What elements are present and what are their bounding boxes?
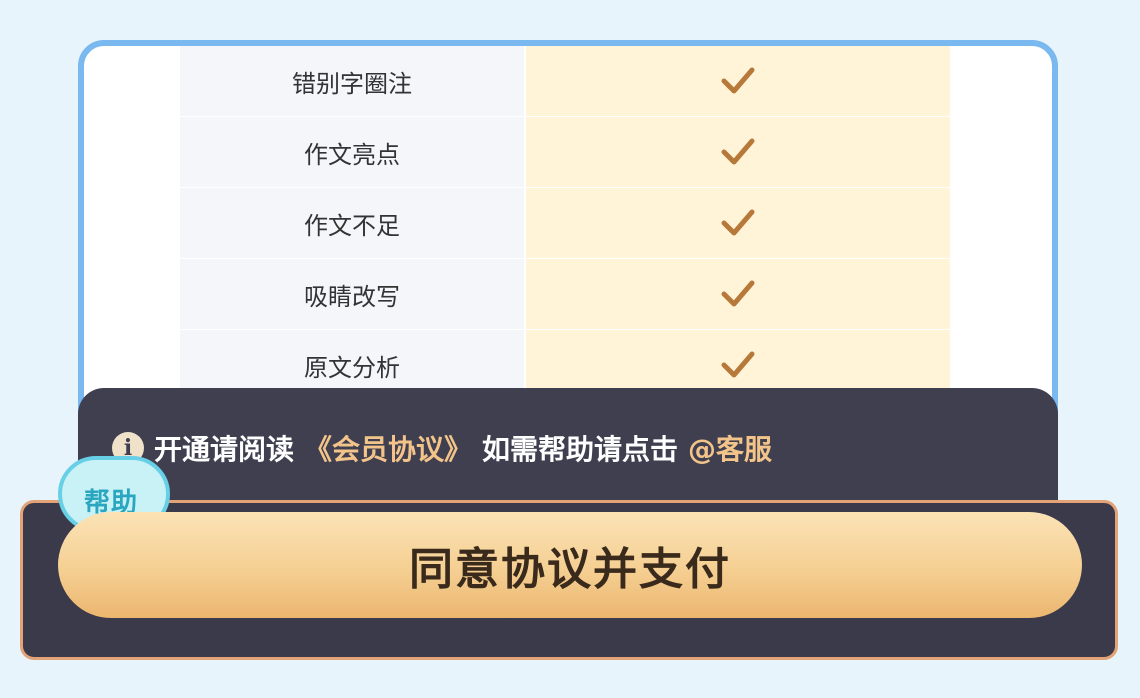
member-agreement-link[interactable]: 《会员协议》 — [304, 428, 472, 468]
feature-check-cell — [526, 259, 950, 330]
feature-table: 错别字圈注 作文亮点 作文不足 吸睛改写 原文分析 — [180, 46, 952, 401]
feature-check-cell — [526, 117, 950, 188]
notice-prefix: 开通请阅读 — [154, 433, 295, 466]
feature-label: 作文亮点 — [180, 117, 524, 188]
feature-check-cell — [526, 188, 950, 259]
checkmark-icon — [721, 209, 755, 237]
customer-service-link[interactable]: @客服 — [688, 428, 772, 468]
checkmark-icon — [721, 138, 755, 166]
agreement-notice: i 开通请阅读 《会员协议》 如需帮助请点击 @客服 — [112, 428, 772, 468]
notice-middle: 如需帮助请点击 — [482, 433, 679, 466]
table-row: 作文亮点 — [180, 117, 952, 188]
table-row: 错别字圈注 — [180, 46, 952, 117]
feature-label: 吸睛改写 — [180, 259, 524, 330]
table-row: 吸睛改写 — [180, 259, 952, 330]
checkmark-icon — [721, 351, 755, 379]
checkmark-icon — [721, 67, 755, 95]
table-row: 作文不足 — [180, 188, 952, 259]
feature-label: 作文不足 — [180, 188, 524, 259]
feature-label: 错别字圈注 — [180, 46, 524, 117]
checkmark-icon — [721, 280, 755, 308]
feature-check-cell — [526, 46, 950, 117]
agree-and-pay-button[interactable]: 同意协议并支付 — [58, 512, 1082, 618]
